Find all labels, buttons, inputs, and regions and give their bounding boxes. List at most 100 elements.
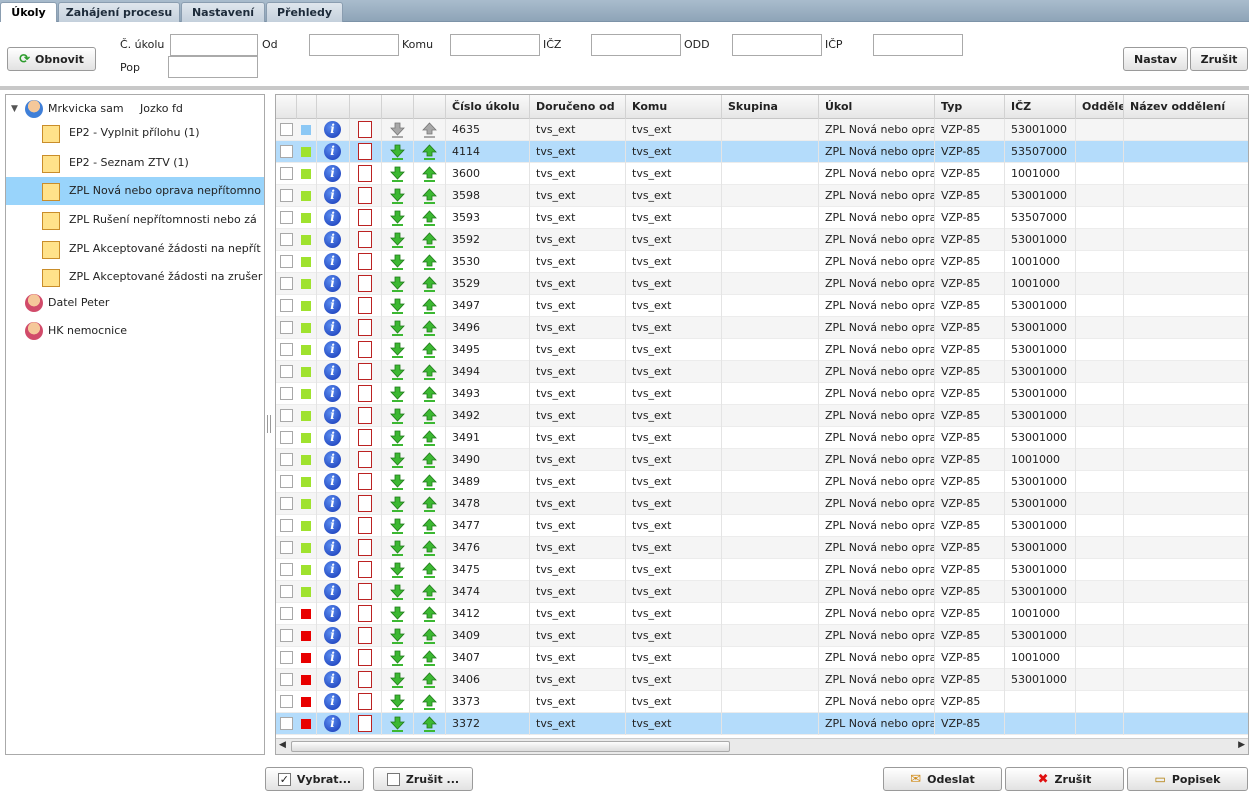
header-check[interactable]	[276, 95, 297, 119]
row-checkbox[interactable]	[280, 321, 293, 334]
table-row[interactable]: i 3492 tvs_ext tvs_ext ZPL Nová nebo opra VZP…	[276, 405, 1248, 427]
info-icon[interactable]: i	[324, 385, 341, 402]
upload-icon[interactable]	[422, 584, 437, 600]
row-checkbox[interactable]	[280, 123, 293, 136]
table-row[interactable]: i 3478 tvs_ext tvs_ext ZPL Nová nebo opra VZP…	[276, 493, 1248, 515]
row-checkbox[interactable]	[280, 167, 293, 180]
table-row[interactable]: i 4635 tvs_ext tvs_ext ZPL Nová nebo opra VZP…	[276, 119, 1248, 141]
download-icon[interactable]	[390, 188, 405, 204]
table-row[interactable]: i 3490 tvs_ext tvs_ext ZPL Nová nebo opra VZP…	[276, 449, 1248, 471]
pdf-icon[interactable]	[358, 473, 372, 490]
header-skupina[interactable]: Skupina	[722, 95, 819, 119]
upload-icon[interactable]	[422, 540, 437, 556]
cislo-ukolu-input[interactable]	[170, 34, 258, 56]
download-icon[interactable]	[390, 430, 405, 446]
table-row[interactable]: i 3406 tvs_ext tvs_ext ZPL Nová nebo opra VZP…	[276, 669, 1248, 691]
table-row[interactable]: i 3598 tvs_ext tvs_ext ZPL Nová nebo opra VZP…	[276, 185, 1248, 207]
row-checkbox[interactable]	[280, 673, 293, 686]
header-icz[interactable]: IČZ	[1005, 95, 1076, 119]
tree-item-5[interactable]: ZPL Akceptované žádosti na nepřít	[6, 235, 264, 263]
download-icon[interactable]	[390, 562, 405, 578]
pdf-icon[interactable]	[358, 451, 372, 468]
row-checkbox[interactable]	[280, 255, 293, 268]
upload-icon[interactable]	[422, 628, 437, 644]
upload-icon[interactable]	[422, 716, 437, 732]
icp-input[interactable]	[873, 34, 963, 56]
upload-icon[interactable]	[422, 320, 437, 336]
pdf-icon[interactable]	[358, 517, 372, 534]
download-icon[interactable]	[390, 518, 405, 534]
info-icon[interactable]: i	[324, 649, 341, 666]
row-checkbox[interactable]	[280, 629, 293, 642]
row-checkbox[interactable]	[280, 607, 293, 620]
pdf-icon[interactable]	[358, 209, 372, 226]
pdf-icon[interactable]	[358, 319, 372, 336]
row-checkbox[interactable]	[280, 563, 293, 576]
header-pdf[interactable]	[350, 95, 382, 119]
upload-icon[interactable]	[422, 276, 437, 292]
upload-icon[interactable]	[422, 452, 437, 468]
info-icon[interactable]: i	[324, 671, 341, 688]
row-checkbox[interactable]	[280, 233, 293, 246]
horizontal-scrollbar[interactable]: ◀ ▶	[276, 738, 1248, 754]
scroll-thumb[interactable]	[291, 741, 730, 752]
pdf-icon[interactable]	[358, 583, 372, 600]
pdf-icon[interactable]	[358, 165, 372, 182]
row-checkbox[interactable]	[280, 651, 293, 664]
pdf-icon[interactable]	[358, 253, 372, 270]
refresh-button[interactable]: ⟳ Obnovit	[7, 47, 96, 71]
tab-prehledy[interactable]: Přehledy	[266, 2, 343, 22]
download-icon[interactable]	[390, 496, 405, 512]
info-icon[interactable]: i	[324, 121, 341, 138]
download-icon[interactable]	[390, 650, 405, 666]
select-button[interactable]: ✓ Vybrat...	[265, 767, 364, 791]
tree-item-6[interactable]: ZPL Akceptované žádosti na zrušer	[6, 263, 264, 291]
upload-icon[interactable]	[422, 166, 437, 182]
download-icon[interactable]	[390, 232, 405, 248]
download-icon[interactable]	[390, 364, 405, 380]
download-icon[interactable]	[390, 606, 405, 622]
upload-icon[interactable]	[422, 254, 437, 270]
row-checkbox[interactable]	[280, 453, 293, 466]
header-download[interactable]	[382, 95, 414, 119]
upload-icon[interactable]	[422, 430, 437, 446]
upload-icon[interactable]	[422, 650, 437, 666]
header-doruceno[interactable]: Doručeno od	[530, 95, 626, 119]
pdf-icon[interactable]	[358, 495, 372, 512]
upload-icon[interactable]	[422, 188, 437, 204]
table-row[interactable]: i 3489 tvs_ext tvs_ext ZPL Nová nebo opra VZP…	[276, 471, 1248, 493]
table-row[interactable]: i 3477 tvs_ext tvs_ext ZPL Nová nebo opra VZP…	[276, 515, 1248, 537]
upload-icon[interactable]	[422, 342, 437, 358]
tab-nastaveni[interactable]: Nastavení	[181, 2, 265, 22]
download-icon[interactable]	[390, 342, 405, 358]
pdf-icon[interactable]	[358, 231, 372, 248]
upload-icon[interactable]	[422, 408, 437, 424]
tab-ukoly[interactable]: Úkoly	[0, 2, 57, 23]
pdf-icon[interactable]	[358, 671, 372, 688]
info-icon[interactable]: i	[324, 451, 341, 468]
table-row[interactable]: i 3600 tvs_ext tvs_ext ZPL Nová nebo opra VZP…	[276, 163, 1248, 185]
row-checkbox[interactable]	[280, 145, 293, 158]
upload-icon[interactable]	[422, 672, 437, 688]
send-button[interactable]: ✉ Odeslat	[883, 767, 1002, 791]
icz-input[interactable]	[591, 34, 681, 56]
row-checkbox[interactable]	[280, 695, 293, 708]
table-row[interactable]: i 3593 tvs_ext tvs_ext ZPL Nová nebo opra VZP…	[276, 207, 1248, 229]
row-checkbox[interactable]	[280, 519, 293, 532]
row-checkbox[interactable]	[280, 211, 293, 224]
row-checkbox[interactable]	[280, 343, 293, 356]
info-icon[interactable]: i	[324, 693, 341, 710]
row-checkbox[interactable]	[280, 387, 293, 400]
tree-item-1[interactable]: EP2 - Vyplnit přílohu (1)	[6, 119, 264, 147]
komu-input[interactable]	[450, 34, 540, 56]
info-icon[interactable]: i	[324, 187, 341, 204]
info-icon[interactable]: i	[324, 429, 341, 446]
tree-user-hk[interactable]: HK nemocnice	[6, 317, 264, 345]
info-icon[interactable]: i	[324, 319, 341, 336]
info-icon[interactable]: i	[324, 341, 341, 358]
scroll-right-icon[interactable]: ▶	[1238, 740, 1245, 750]
deselect-button[interactable]: Zrušit ...	[373, 767, 473, 791]
download-icon[interactable]	[390, 672, 405, 688]
table-row[interactable]: i 3373 tvs_ext tvs_ext ZPL Nová nebo opra VZP…	[276, 691, 1248, 713]
download-icon[interactable]	[390, 210, 405, 226]
